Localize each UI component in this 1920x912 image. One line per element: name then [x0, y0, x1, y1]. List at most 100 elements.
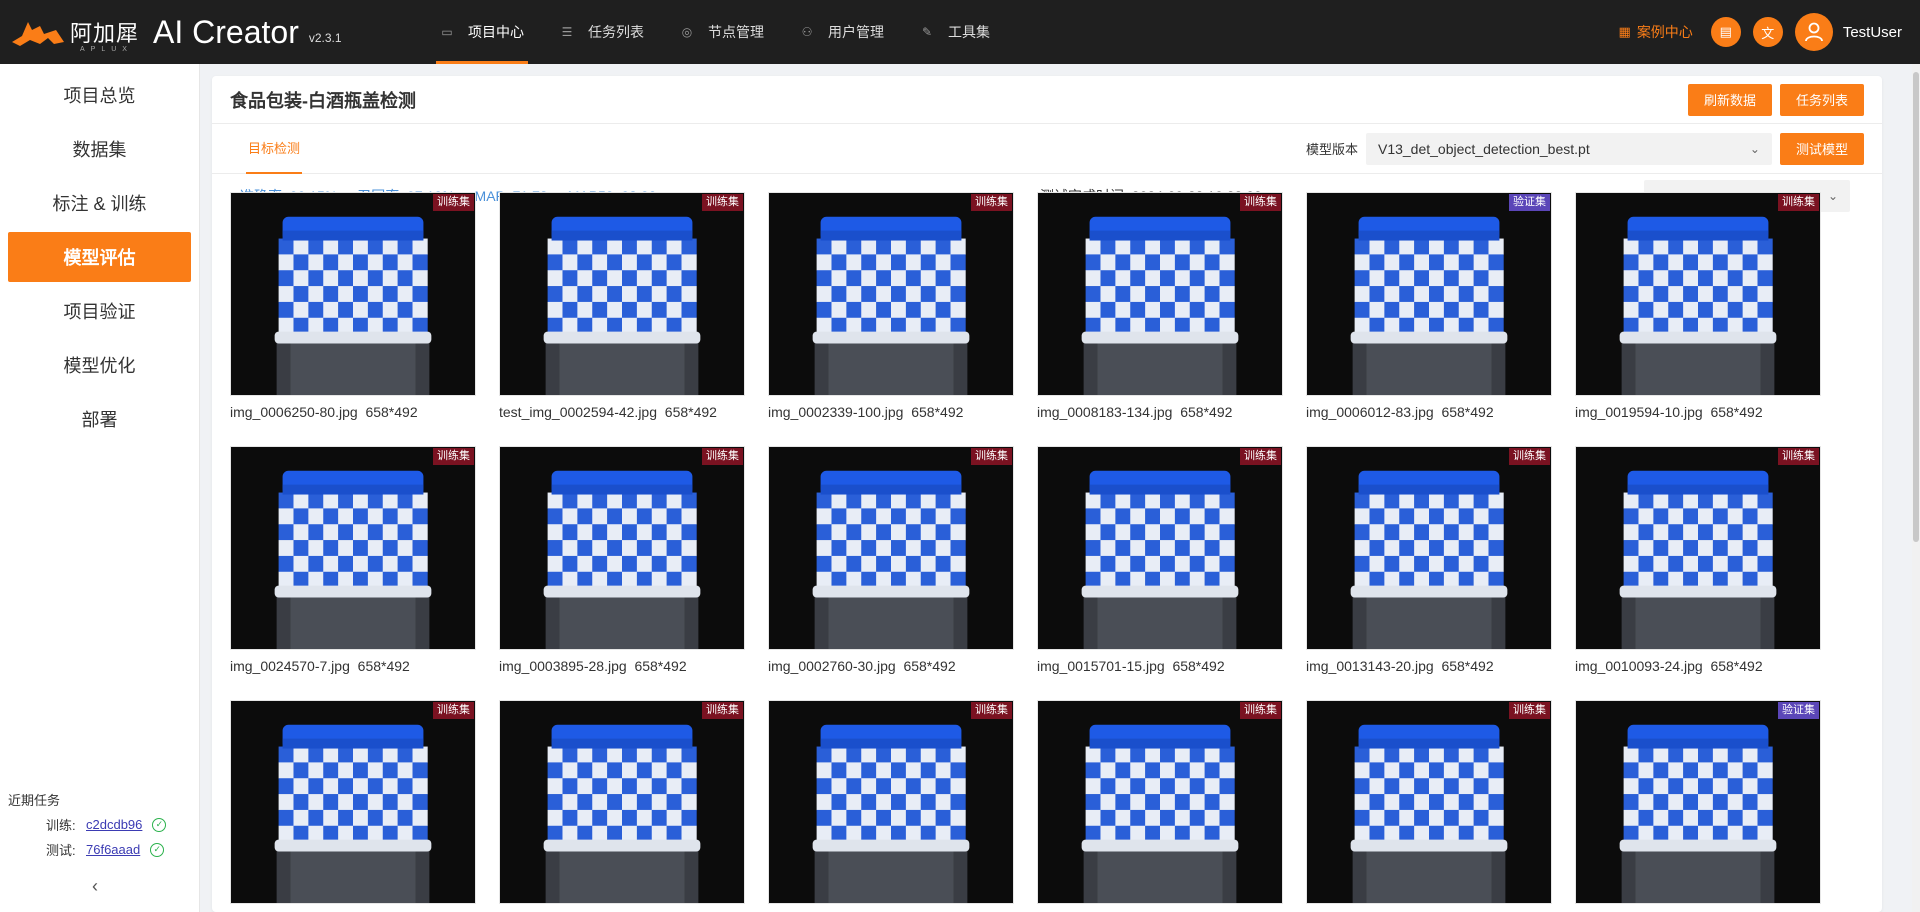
- chevron-down-icon: ⌄: [1749, 141, 1760, 156]
- model-version-select[interactable]: V13_det_object_detection_best.pt ⌄: [1365, 132, 1772, 165]
- sidebar-item-model-optimize[interactable]: 模型优化: [8, 340, 191, 390]
- user-icon: [1804, 22, 1823, 42]
- nav-tools[interactable]: ✎ 工具集: [902, 0, 1008, 64]
- folder-icon: ▭: [441, 25, 453, 39]
- sidebar-item-project-verify[interactable]: 项目验证: [8, 286, 191, 336]
- version-label: v2.3.1: [308, 31, 342, 45]
- recent-train-link[interactable]: c2dcdb96: [86, 817, 142, 832]
- image-caption: img_0010093-24.jpg 658*492: [1575, 658, 1821, 678]
- image-card[interactable]: 验证集: [1575, 700, 1821, 912]
- image-filename: img_0002339-100.jpg: [768, 404, 904, 420]
- wrench-icon: ✎: [921, 25, 933, 39]
- nav-project-center[interactable]: ▭ 项目中心: [422, 0, 542, 64]
- nav-label: 节点管理: [708, 24, 764, 40]
- image-caption: img_0002339-100.jpg 658*492: [768, 404, 1014, 424]
- tab-object-detection[interactable]: 目标检测: [246, 124, 303, 174]
- sidebar-item-project-overview[interactable]: 项目总览: [8, 70, 191, 120]
- logo-rhino-icon: [12, 22, 64, 46]
- image-size: 658*492: [1180, 404, 1233, 420]
- nav-user-management[interactable]: ⚇ 用户管理: [782, 0, 902, 64]
- image-thumbnail[interactable]: 训练集: [230, 446, 476, 650]
- recent-test-link[interactable]: 76f6aaad: [86, 842, 140, 857]
- store-button[interactable]: ▤: [1710, 17, 1741, 47]
- image-card[interactable]: 训练集 img_0024570-7.jpg 658*492: [230, 446, 476, 700]
- image-thumbnail[interactable]: 验证集: [1575, 700, 1821, 904]
- dataset-split-badge: 训练集: [971, 448, 1012, 466]
- image-card[interactable]: 训练集 img_0003895-28.jpg 658*492: [499, 446, 745, 700]
- image-card[interactable]: 训练集: [230, 700, 476, 912]
- nav-label: 用户管理: [828, 24, 884, 40]
- scrollbar-thumb[interactable]: [1913, 72, 1919, 542]
- image-card[interactable]: 验证集 img_0006012-83.jpg 658*492: [1306, 192, 1552, 446]
- image-filename: img_0010093-24.jpg: [1575, 658, 1703, 674]
- image-size: 658*492: [911, 404, 964, 420]
- image-thumbnail[interactable]: 训练集: [499, 192, 745, 396]
- image-caption: img_0006250-80.jpg 658*492: [230, 404, 476, 424]
- logo-en-text: APLUX: [80, 46, 133, 53]
- image-filename: img_0006250-80.jpg: [230, 404, 358, 420]
- image-thumbnail[interactable]: 训练集: [230, 192, 476, 396]
- image-card[interactable]: 训练集: [499, 700, 745, 912]
- image-card[interactable]: 训练集 img_0010093-24.jpg 658*492: [1575, 446, 1821, 700]
- node-icon: ◎: [681, 25, 693, 39]
- model-version-group: 模型版本 V13_det_object_detection_best.pt ⌄ …: [1306, 132, 1864, 165]
- sidebar-item-dataset[interactable]: 数据集: [8, 124, 191, 174]
- app-logo[interactable]: 阿加犀 APLUX AI Creator v2.3.1: [10, 12, 410, 53]
- image-filename: img_0013143-20.jpg: [1306, 658, 1434, 674]
- dataset-split-badge: 训练集: [702, 448, 743, 466]
- language-button[interactable]: 文: [1752, 17, 1783, 47]
- case-center-label: 案例中心: [1636, 24, 1693, 40]
- image-filename: img_0003895-28.jpg: [499, 658, 627, 674]
- image-thumbnail[interactable]: 训练集: [230, 700, 476, 904]
- image-card[interactable]: 训练集 img_0019594-10.jpg 658*492: [1575, 192, 1821, 446]
- image-thumbnail[interactable]: 训练集: [1037, 192, 1283, 396]
- image-thumbnail[interactable]: 训练集: [1037, 700, 1283, 904]
- image-thumbnail[interactable]: 训练集: [499, 700, 745, 904]
- panel-header: 食品包装-白酒瓶盖检测 刷新数据 任务列表: [212, 76, 1882, 124]
- image-caption: img_0006012-83.jpg 658*492: [1306, 404, 1552, 424]
- image-thumbnail[interactable]: 训练集: [1306, 446, 1552, 650]
- image-thumbnail[interactable]: 训练集: [1306, 700, 1552, 904]
- username[interactable]: TestUser: [1843, 24, 1902, 41]
- image-thumbnail[interactable]: 训练集: [768, 446, 1014, 650]
- top-bar: 阿加犀 APLUX AI Creator v2.3.1 ▭ 项目中心 ☰ 任务列…: [0, 0, 1920, 64]
- image-thumbnail[interactable]: 验证集: [1306, 192, 1552, 396]
- image-card[interactable]: 训练集: [768, 700, 1014, 912]
- image-card[interactable]: 训练集: [1037, 700, 1283, 912]
- nav-node-management[interactable]: ◎ 节点管理: [662, 0, 782, 64]
- test-model-button[interactable]: 测试模型: [1779, 132, 1864, 165]
- image-card[interactable]: 训练集 img_0015701-15.jpg 658*492: [1037, 446, 1283, 700]
- image-size: 658*492: [1710, 404, 1763, 420]
- image-card[interactable]: 训练集 img_0002339-100.jpg 658*492: [768, 192, 1014, 446]
- image-thumbnail[interactable]: 训练集: [768, 700, 1014, 904]
- sidebar-item-deploy[interactable]: 部署: [8, 394, 191, 444]
- sidebar-item-annotate-train[interactable]: 标注 & 训练: [8, 178, 191, 228]
- image-thumbnail[interactable]: 训练集: [768, 192, 1014, 396]
- image-card[interactable]: 训练集 test_img_0002594-42.jpg 658*492: [499, 192, 745, 446]
- dataset-split-badge: 训练集: [433, 448, 474, 466]
- case-center-link[interactable]: ▦ 案例中心: [1619, 22, 1693, 42]
- dataset-split-badge: 训练集: [702, 702, 743, 720]
- task-list-button[interactable]: 任务列表: [1779, 83, 1864, 116]
- main-nav: ▭ 项目中心 ☰ 任务列表 ◎ 节点管理 ⚇ 用户管理 ✎ 工具集: [422, 0, 1008, 64]
- sidebar-item-model-eval[interactable]: 模型评估: [8, 232, 191, 282]
- collapse-sidebar-icon[interactable]: ‹: [92, 876, 98, 897]
- dataset-split-badge: 训练集: [1240, 702, 1281, 720]
- image-card[interactable]: 训练集: [1306, 700, 1552, 912]
- grid-icon: ▦: [1618, 24, 1631, 39]
- image-thumbnail[interactable]: 训练集: [1575, 446, 1821, 650]
- image-card[interactable]: 训练集 img_0013143-20.jpg 658*492: [1306, 446, 1552, 700]
- image-thumbnail[interactable]: 训练集: [1037, 446, 1283, 650]
- image-thumbnail[interactable]: 训练集: [1575, 192, 1821, 396]
- dataset-split-badge: 训练集: [1240, 194, 1281, 212]
- page-scrollbar[interactable]: [1912, 64, 1920, 912]
- image-card[interactable]: 训练集 img_0002760-30.jpg 658*492: [768, 446, 1014, 700]
- image-card[interactable]: 训练集 img_0006250-80.jpg 658*492: [230, 192, 476, 446]
- avatar[interactable]: [1794, 13, 1833, 51]
- image-caption: test_img_0002594-42.jpg 658*492: [499, 404, 745, 424]
- image-thumbnail[interactable]: 训练集: [499, 446, 745, 650]
- refresh-data-button[interactable]: 刷新数据: [1687, 83, 1772, 116]
- image-size: 658*492: [1441, 658, 1494, 674]
- image-card[interactable]: 训练集 img_0008183-134.jpg 658*492: [1037, 192, 1283, 446]
- nav-task-list[interactable]: ☰ 任务列表: [542, 0, 662, 64]
